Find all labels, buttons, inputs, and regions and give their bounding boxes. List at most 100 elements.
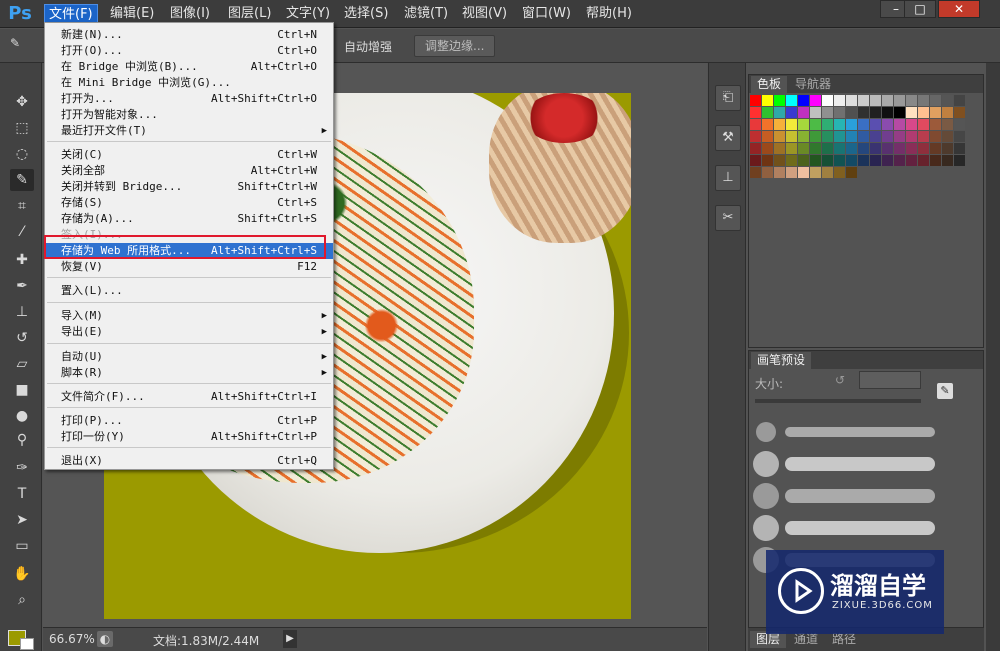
brush-preset-row[interactable] (753, 481, 939, 511)
color-swatch[interactable] (870, 131, 881, 142)
color-swatch[interactable] (930, 119, 941, 130)
color-swatch[interactable] (786, 167, 797, 178)
file-menu-item[interactable]: 恢复(V) F12 (45, 259, 333, 275)
color-swatch[interactable] (822, 143, 833, 154)
crop-tool-icon[interactable]: ⌗ (10, 195, 34, 217)
brush-tool-icon[interactable]: ✒ (10, 275, 34, 297)
clone-stamp-tool-icon[interactable]: ⊥ (10, 301, 34, 323)
color-swatch[interactable] (918, 119, 929, 130)
healing-brush-tool-icon[interactable]: ✚ (10, 249, 34, 271)
color-swatch[interactable] (954, 131, 965, 142)
menu-help[interactable]: 帮助(H) (582, 4, 636, 24)
color-swatch[interactable] (942, 131, 953, 142)
color-swatch[interactable] (954, 119, 965, 130)
maximize-button[interactable]: □ (904, 0, 936, 18)
clone-source-panel-icon[interactable]: ⊥ (715, 165, 741, 191)
file-menu-item[interactable]: 打印(P)... Ctrl+P (45, 413, 333, 429)
background-color-swatch[interactable] (20, 638, 34, 650)
file-menu-item[interactable]: 退出(X) Ctrl+Q (45, 453, 333, 469)
pen-tool-icon[interactable]: ✑ (10, 457, 34, 479)
color-swatch[interactable] (942, 95, 953, 106)
color-swatch[interactable] (750, 167, 761, 178)
color-swatch[interactable] (810, 107, 821, 118)
color-swatch[interactable] (858, 131, 869, 142)
color-swatch[interactable] (810, 143, 821, 154)
file-menu-item[interactable]: 打开(O)... Ctrl+O (45, 43, 333, 59)
color-swatch[interactable] (918, 107, 929, 118)
color-swatch[interactable] (810, 131, 821, 142)
color-swatch[interactable] (798, 119, 809, 130)
file-menu-item[interactable]: 打开为... Alt+Shift+Ctrl+O (45, 91, 333, 107)
menu-image[interactable]: 图像(I) (166, 4, 214, 24)
reset-icon[interactable]: ↺ (835, 373, 845, 387)
color-swatch[interactable] (930, 107, 941, 118)
color-swatch[interactable] (906, 131, 917, 142)
color-swatch[interactable] (762, 155, 773, 166)
type-tool-icon[interactable]: T (10, 483, 34, 505)
color-swatch[interactable] (798, 143, 809, 154)
file-menu-item[interactable]: 存储为(A)... Shift+Ctrl+S (45, 211, 333, 227)
color-swatch[interactable] (810, 167, 821, 178)
color-swatch[interactable] (882, 131, 893, 142)
status-menu-arrow-icon[interactable]: ▶ (283, 630, 297, 648)
color-swatch[interactable] (894, 131, 905, 142)
refine-edge-button[interactable]: 调整边缘... (414, 35, 496, 57)
color-swatch[interactable] (762, 95, 773, 106)
color-swatch[interactable] (798, 107, 809, 118)
color-swatch[interactable] (822, 119, 833, 130)
color-swatch[interactable] (846, 119, 857, 130)
file-menu-item[interactable]: 脚本(R) ▶ (45, 365, 333, 381)
color-swatch[interactable] (762, 107, 773, 118)
color-swatch[interactable] (882, 143, 893, 154)
color-swatch[interactable] (750, 107, 761, 118)
color-swatch[interactable] (774, 143, 785, 154)
color-swatch[interactable] (858, 119, 869, 130)
tool-presets-panel-icon[interactable]: ⚒ (715, 125, 741, 151)
color-swatch[interactable] (750, 119, 761, 130)
color-swatch[interactable] (882, 95, 893, 106)
color-swatch[interactable] (750, 155, 761, 166)
file-menu-item[interactable]: 打印一份(Y) Alt+Shift+Ctrl+P (45, 429, 333, 445)
color-swatch[interactable] (918, 155, 929, 166)
dodge-tool-icon[interactable]: ⚲ (10, 429, 34, 451)
auto-enhance-label[interactable]: 自动增强 (344, 38, 392, 55)
tab-swatches[interactable]: 色板 (751, 76, 788, 93)
close-button[interactable]: ✕ (938, 0, 980, 18)
file-menu-item[interactable]: 关闭(C) Ctrl+W (45, 147, 333, 163)
lasso-tool-icon[interactable]: ◌ (10, 143, 34, 165)
brush-preset-row[interactable] (753, 417, 939, 447)
color-swatch[interactable] (942, 107, 953, 118)
zoom-tool-icon[interactable]: ⌕ (10, 589, 34, 611)
color-swatch[interactable] (930, 95, 941, 106)
color-swatch[interactable] (906, 107, 917, 118)
color-swatch[interactable] (858, 95, 869, 106)
color-swatch[interactable] (834, 119, 845, 130)
color-swatch[interactable] (870, 143, 881, 154)
color-swatch[interactable] (930, 131, 941, 142)
color-swatch[interactable] (894, 119, 905, 130)
color-swatch[interactable] (846, 131, 857, 142)
color-swatch[interactable] (930, 143, 941, 154)
color-swatch[interactable] (834, 167, 845, 178)
color-swatch[interactable] (798, 95, 809, 106)
color-swatch[interactable] (774, 167, 785, 178)
color-swatch[interactable] (810, 119, 821, 130)
blur-tool-icon[interactable]: ● (10, 405, 34, 427)
menu-layer[interactable]: 图层(L) (224, 4, 275, 24)
color-swatch[interactable] (762, 131, 773, 142)
quick-selection-tool-icon[interactable]: ✎ (10, 169, 34, 191)
color-swatch[interactable] (906, 143, 917, 154)
menu-filter[interactable]: 滤镜(T) (400, 4, 452, 24)
color-swatch[interactable] (858, 155, 869, 166)
color-swatch[interactable] (870, 155, 881, 166)
color-swatch[interactable] (954, 155, 965, 166)
color-swatch[interactable] (834, 107, 845, 118)
tools-panel-icon[interactable]: ✂ (715, 205, 741, 231)
color-swatch[interactable] (894, 143, 905, 154)
color-swatch[interactable] (894, 107, 905, 118)
color-swatch[interactable] (906, 95, 917, 106)
color-swatch[interactable] (942, 143, 953, 154)
color-swatch[interactable] (798, 131, 809, 142)
file-menu-item[interactable]: 最近打开文件(T) ▶ (45, 123, 333, 139)
menu-edit[interactable]: 编辑(E) (106, 4, 158, 24)
